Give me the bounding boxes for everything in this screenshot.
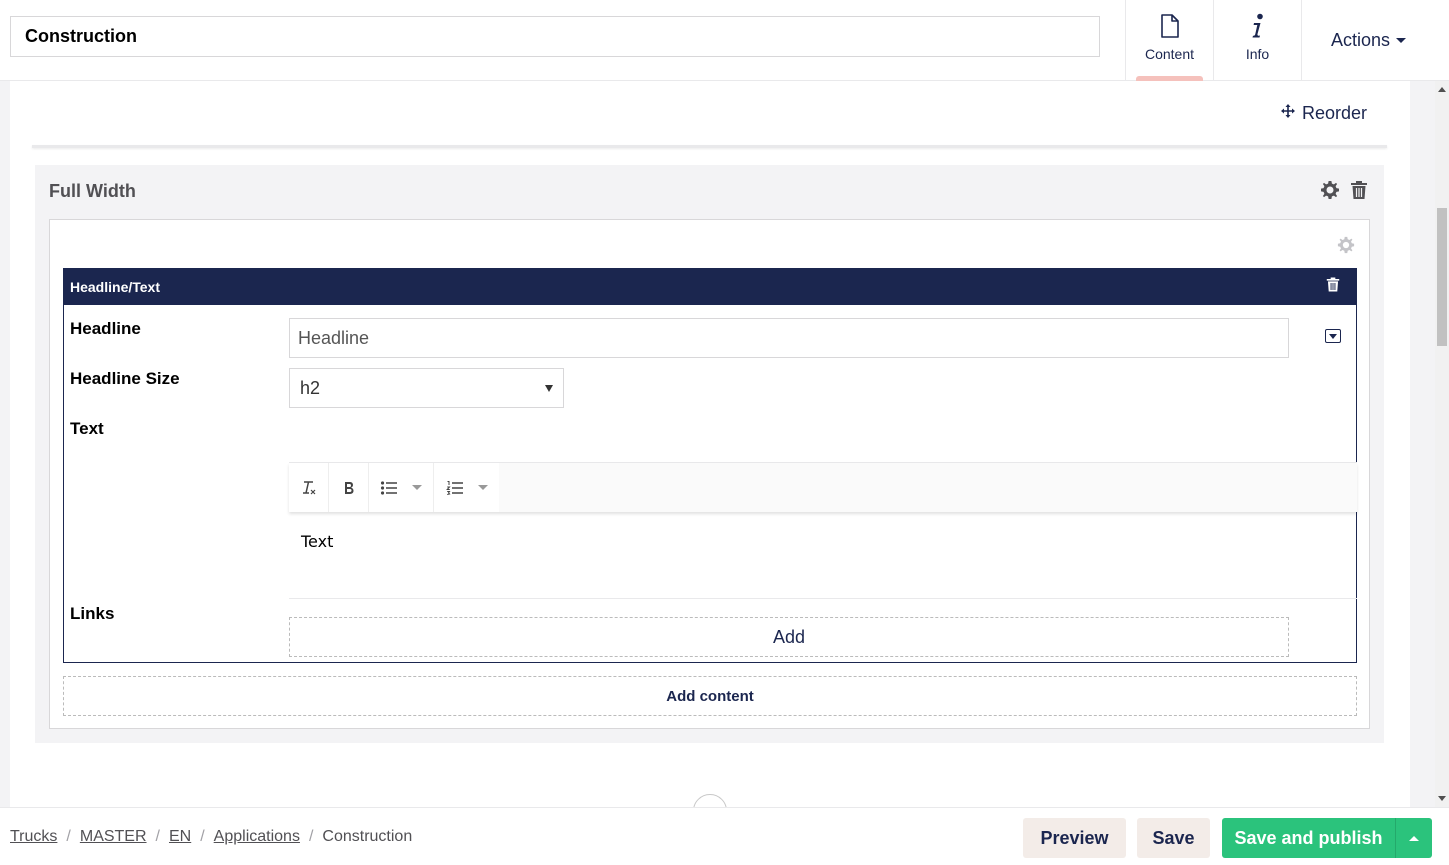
add-content-button[interactable]: Add content [63,676,1357,716]
scroll-thumb[interactable] [1437,208,1447,346]
section-actions [1320,180,1368,205]
info-icon [1251,12,1265,40]
tab-info-label: Info [1245,46,1270,62]
headline-size-select[interactable]: h2 [289,368,564,408]
caret-up-icon [1409,835,1419,841]
breadcrumb: Trucks / MASTER / EN / Applications / Co… [10,828,413,846]
dropdown-toggle-icon[interactable] [1325,329,1341,343]
rte-toolbar [289,463,1357,512]
numbered-list-icon [445,480,463,495]
content-panel: Reorder Full Width Headline/Text Headlin… [10,81,1410,807]
bold-icon[interactable] [329,463,369,512]
caret-down-icon [1396,37,1407,43]
reorder-label: Reorder [1301,103,1367,123]
breadcrumb-item-trucks[interactable]: Trucks [10,828,57,846]
section-settings-gear-icon[interactable] [1320,180,1340,205]
section-column: Headline/Text Headline Headline Size h2 … [49,219,1370,729]
editor-header: Content Info Actions [0,0,1449,81]
clear-format-icon[interactable] [289,463,329,512]
add-section-circle-button[interactable] [693,794,727,807]
select-arrow-icon [545,384,553,392]
text-field-label: Text [70,419,104,438]
publish-options-button[interactable] [1395,818,1432,858]
move-icon [1280,103,1296,124]
full-width-section: Full Width Headline/Text Headline Headli… [35,165,1384,743]
block-delete-trash-icon[interactable] [1326,276,1340,298]
editor-footer: Trucks / MASTER / EN / Applications / Co… [0,807,1449,865]
breadcrumb-item-en[interactable]: EN [169,828,191,846]
numbered-list-button[interactable] [434,463,499,512]
block-header: Headline/Text [64,269,1356,305]
rich-text-editor: Text [289,462,1357,599]
add-link-button[interactable]: Add [289,617,1289,657]
scroll-up-arrow-icon[interactable] [1438,87,1446,92]
chevron-down-icon [477,485,488,490]
breadcrumb-item-master[interactable]: MASTER [80,828,147,846]
node-name-input[interactable] [10,16,1100,57]
vertical-scrollbar[interactable] [1435,81,1449,807]
bullet-list-button[interactable] [369,463,434,512]
tab-content[interactable]: Content [1125,0,1213,80]
save-and-publish-button[interactable]: Save and publish [1222,818,1395,858]
headline-size-value: h2 [300,377,321,398]
breadcrumb-item-applications[interactable]: Applications [214,828,300,846]
actions-label: Actions [1330,29,1391,50]
chevron-down-icon [412,485,422,490]
save-button[interactable]: Save [1137,818,1210,858]
section-delete-trash-icon[interactable] [1350,180,1368,205]
section-divider [32,145,1387,148]
breadcrumb-item-current: Construction [322,828,413,845]
scroll-down-arrow-icon[interactable] [1438,796,1446,801]
reorder-button[interactable]: Reorder [1280,103,1367,124]
column-settings-gear-icon[interactable] [1337,236,1355,259]
bullet-list-icon [380,480,397,495]
preview-button[interactable]: Preview [1023,818,1126,858]
block-title: Headline/Text [70,279,160,295]
headline-text-block: Headline/Text Headline Headline Size h2 … [63,268,1357,663]
tab-info[interactable]: Info [1213,0,1301,80]
tab-content-label: Content [1144,46,1195,62]
headline-size-field-label: Headline Size [70,369,180,388]
document-icon [1160,12,1180,40]
headline-input[interactable] [289,318,1289,358]
links-field-label: Links [70,604,115,623]
rte-content-area[interactable]: Text [289,512,1357,599]
section-title: Full Width [49,181,136,201]
headline-field-label: Headline [70,319,141,338]
actions-menu-button[interactable]: Actions [1301,0,1435,80]
